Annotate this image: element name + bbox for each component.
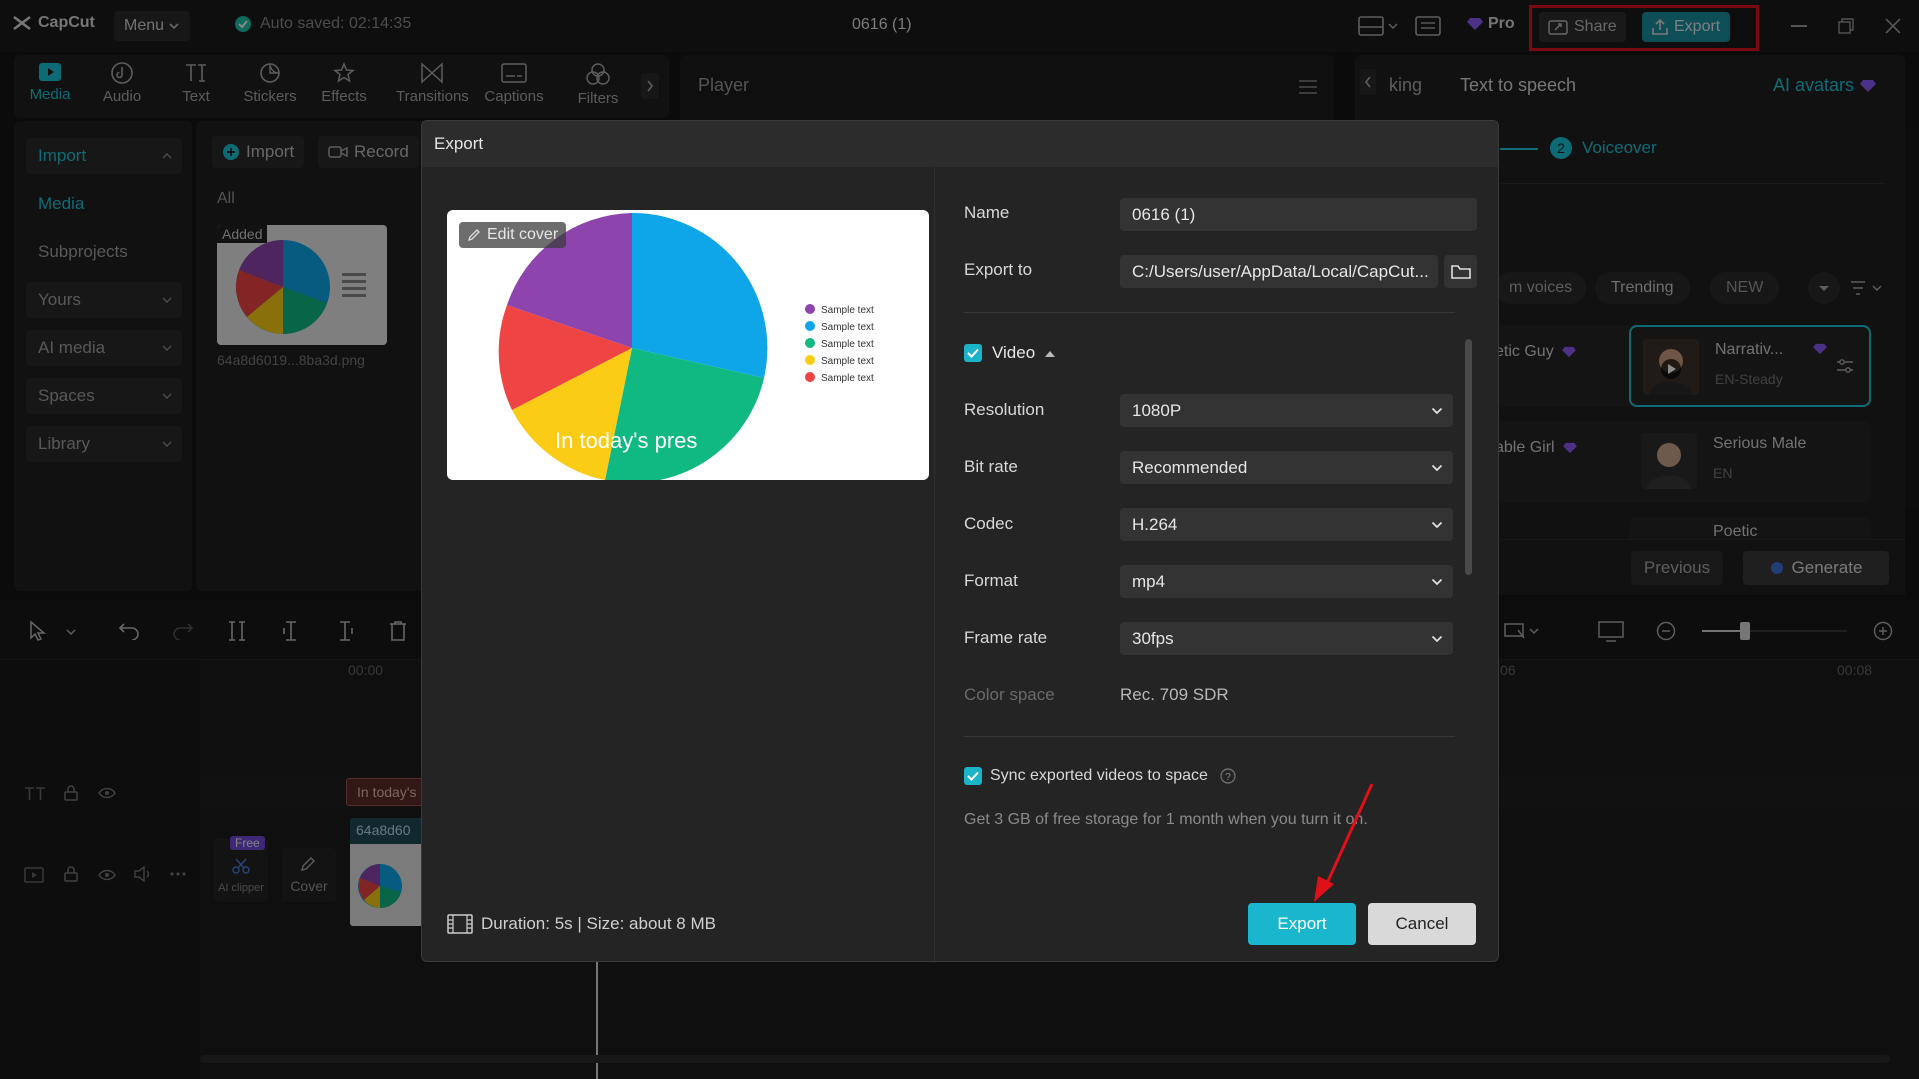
svg-text:?: ?	[1225, 772, 1231, 783]
chevron-down-icon	[1431, 635, 1443, 642]
help-icon[interactable]: ?	[1220, 768, 1236, 784]
film-icon	[447, 914, 473, 934]
legend-dot	[805, 304, 815, 314]
resolution-label: Resolution	[964, 400, 1045, 419]
export-summary: Duration: 5s | Size: about 8 MB	[447, 914, 716, 934]
format-value: mp4	[1132, 571, 1166, 591]
framerate-value: 30fps	[1132, 628, 1174, 648]
edit-cover-button[interactable]: Edit cover	[459, 222, 567, 248]
legend-item: Sample text	[821, 322, 874, 333]
browse-folder-button[interactable]	[1444, 255, 1477, 288]
legend-dot	[805, 321, 815, 331]
legend-item: Sample text	[821, 339, 874, 350]
format-select[interactable]: mp4	[1120, 565, 1453, 598]
name-value: 0616 (1)	[1132, 204, 1196, 224]
name-input[interactable]: 0616 (1)	[1120, 198, 1477, 231]
resolution-value: 1080P	[1132, 400, 1182, 420]
framerate-label: Frame rate	[964, 628, 1048, 647]
chevron-down-icon	[1431, 407, 1443, 414]
video-section-toggle[interactable]: Video	[964, 343, 1056, 363]
codec-select[interactable]: H.264	[1120, 508, 1453, 541]
legend-dot	[805, 372, 815, 382]
codec-label: Codec	[964, 514, 1014, 533]
edit-cover-label: Edit cover	[487, 226, 559, 243]
framerate-select[interactable]: 30fps	[1120, 622, 1453, 655]
divider	[964, 736, 1455, 737]
cancel-button[interactable]: Cancel	[1368, 903, 1476, 945]
bitrate-select[interactable]: Recommended	[1120, 451, 1453, 484]
annotation-arrow	[1314, 783, 1374, 902]
format-label: Format	[964, 571, 1018, 590]
chevron-down-icon	[1431, 578, 1443, 585]
codec-value: H.264	[1132, 514, 1178, 534]
chevron-down-icon	[1431, 521, 1443, 528]
video-checkbox[interactable]	[964, 344, 982, 362]
export-path-input[interactable]: C:/Users/user/AppData/Local/CapCut...	[1120, 255, 1438, 288]
dialog-column-divider	[934, 167, 935, 963]
legend-item: Sample text	[821, 305, 874, 316]
export-to-label: Export to	[964, 260, 1033, 279]
pie-chart-preview: Sample text Sample text Sample text Samp…	[498, 212, 874, 480]
folder-icon	[1450, 264, 1471, 279]
resolution-select[interactable]: 1080P	[1120, 394, 1453, 427]
bitrate-label: Bit rate	[964, 457, 1018, 476]
video-section-label: Video	[992, 343, 1036, 362]
check-icon	[967, 348, 979, 358]
sync-label: Sync exported videos to space	[990, 767, 1208, 784]
colorspace-value: Rec. 709 SDR	[1120, 685, 1229, 704]
legend-dot	[805, 338, 815, 348]
chevron-down-icon	[1431, 464, 1443, 471]
export-dialog-title: Export	[434, 134, 484, 153]
colorspace-label: Color space	[964, 685, 1055, 704]
duration-size-text: Duration: 5s | Size: about 8 MB	[481, 914, 716, 933]
sync-space-toggle[interactable]: Sync exported videos to space ?	[964, 767, 1236, 785]
bitrate-value: Recommended	[1132, 457, 1248, 477]
preview-caption: In today's pres	[555, 428, 697, 453]
divider	[964, 312, 1455, 313]
export-dialog-header: Export	[422, 121, 1498, 167]
legend-item: Sample text	[821, 356, 874, 367]
legend-item: Sample text	[821, 373, 874, 384]
sync-checkbox[interactable]	[964, 767, 982, 785]
export-path-value: C:/Users/user/AppData/Local/CapCut...	[1132, 261, 1428, 281]
legend-dot	[805, 355, 815, 365]
pencil-icon	[467, 229, 480, 242]
settings-scrollbar[interactable]	[1465, 339, 1472, 575]
caret-up-icon	[1045, 350, 1056, 357]
name-label: Name	[964, 203, 1010, 222]
check-icon	[967, 771, 979, 781]
cover-preview: Sample text Sample text Sample text Samp…	[447, 210, 929, 480]
